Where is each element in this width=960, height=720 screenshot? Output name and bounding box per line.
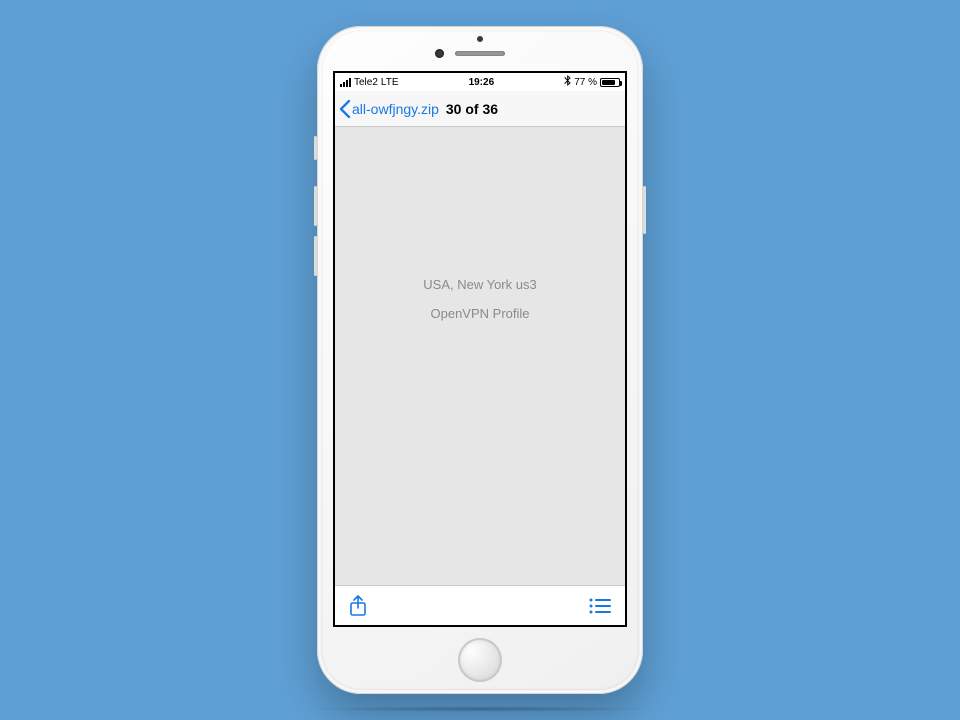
phone-screen: Tele2 LTE 19:26 77 % all-owfjngy.zip 30 … bbox=[333, 71, 627, 627]
mute-switch bbox=[314, 136, 317, 160]
carrier-label: Tele2 bbox=[354, 77, 378, 88]
home-button[interactable] bbox=[458, 638, 502, 682]
network-type-label: LTE bbox=[381, 77, 399, 88]
cellular-signal-icon bbox=[340, 78, 351, 87]
earpiece-speaker bbox=[455, 51, 505, 56]
share-icon bbox=[349, 595, 367, 617]
bottom-toolbar bbox=[335, 585, 625, 625]
file-title-label: USA, New York us3 bbox=[423, 277, 536, 292]
share-button[interactable] bbox=[349, 595, 367, 617]
file-preview-area[interactable]: USA, New York us3 OpenVPN Profile bbox=[335, 127, 625, 585]
chevron-left-icon bbox=[339, 100, 351, 118]
bluetooth-icon bbox=[564, 75, 571, 89]
battery-percent-label: 77 % bbox=[574, 77, 597, 88]
proximity-sensor-icon bbox=[435, 49, 444, 58]
file-subtitle-label: OpenVPN Profile bbox=[431, 306, 530, 321]
volume-up-button bbox=[314, 186, 317, 226]
back-label: all-owfjngy.zip bbox=[352, 101, 439, 117]
iphone-device-frame: Tele2 LTE 19:26 77 % all-owfjngy.zip 30 … bbox=[317, 26, 643, 694]
clock-label: 19:26 bbox=[399, 77, 565, 88]
device-shadow bbox=[305, 706, 655, 712]
volume-down-button bbox=[314, 236, 317, 276]
battery-icon bbox=[600, 78, 620, 87]
front-camera-icon bbox=[477, 36, 483, 42]
page-title: 30 of 36 bbox=[446, 101, 498, 117]
list-icon bbox=[589, 598, 611, 614]
navigation-bar: all-owfjngy.zip 30 of 36 bbox=[335, 91, 625, 127]
status-bar: Tele2 LTE 19:26 77 % bbox=[335, 73, 625, 91]
list-view-button[interactable] bbox=[589, 598, 611, 614]
power-button bbox=[643, 186, 646, 234]
back-button[interactable]: all-owfjngy.zip bbox=[339, 100, 439, 118]
